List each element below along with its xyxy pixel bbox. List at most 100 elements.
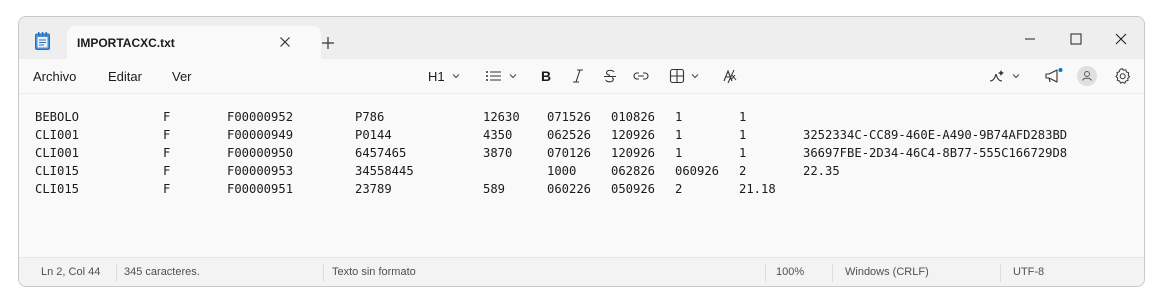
text-field: P786 — [355, 110, 385, 124]
text-field: F00000952 — [227, 110, 294, 124]
document-tab[interactable]: IMPORTACXC.txt — [67, 26, 321, 59]
text-field: F00000949 — [227, 128, 294, 142]
text-field: 1 — [675, 128, 683, 142]
text-field: BEBOLO — [35, 110, 80, 124]
text-field: 1 — [739, 110, 747, 124]
account-icon — [1076, 65, 1098, 87]
text-field: 3252334C-CC89-460E-A490-9B74AFD283BD — [803, 128, 1068, 142]
text-field: 1 — [739, 128, 747, 142]
chevron-down-icon — [1011, 71, 1021, 81]
text-field: 070126 — [547, 146, 592, 160]
title-bar: IMPORTACXC.txt — [19, 17, 1144, 59]
account-button[interactable] — [1076, 65, 1098, 87]
text-field: 36697FBE-2D34-46C4-8B77-555C166729D8 — [803, 146, 1068, 160]
text-field: 23789 — [355, 182, 392, 196]
link-button[interactable] — [633, 65, 649, 87]
status-divider — [116, 264, 117, 282]
text-field: 12630 — [483, 110, 520, 124]
text-field: F — [163, 146, 171, 160]
text-field: 062826 — [611, 164, 656, 178]
announcement-icon — [1044, 67, 1064, 85]
close-window-button[interactable] — [1098, 25, 1144, 53]
tab-title: IMPORTACXC.txt — [77, 36, 175, 50]
text-field: 2 — [675, 182, 683, 196]
character-count: 345 caracteres. — [124, 266, 200, 278]
heading-dropdown[interactable]: H1 — [428, 65, 461, 87]
maximize-button[interactable] — [1053, 25, 1099, 53]
menu-view[interactable]: Ver — [172, 69, 192, 84]
clear-formatting-icon — [722, 68, 738, 84]
text-field: 062526 — [547, 128, 592, 142]
text-field: 21.18 — [739, 182, 776, 196]
menu-file[interactable]: Archivo — [33, 69, 76, 84]
chevron-down-icon — [690, 71, 700, 81]
text-field: 050926 — [611, 182, 656, 196]
copilot-icon — [988, 68, 1006, 84]
text-field: 3870 — [483, 146, 513, 160]
text-field: 1 — [675, 146, 683, 160]
notepad-window: IMPORTACXC.txt Archivo Editar Ver H1 B B… — [18, 16, 1145, 287]
italic-icon — [571, 68, 585, 84]
text-field: F — [163, 110, 171, 124]
text-field: CLI015 — [35, 164, 80, 178]
bold-icon: B — [539, 68, 553, 84]
text-field: 1 — [739, 146, 747, 160]
text-field: F — [163, 182, 171, 196]
status-divider — [1000, 264, 1001, 282]
text-field: 1000 — [547, 164, 577, 178]
text-field: 22.35 — [803, 164, 840, 178]
table-dropdown[interactable] — [669, 65, 700, 87]
link-icon — [633, 69, 649, 83]
text-field: 010826 — [611, 110, 656, 124]
text-field: 120926 — [611, 128, 656, 142]
text-field: P0144 — [355, 128, 392, 142]
cursor-position: Ln 2, Col 44 — [41, 266, 101, 278]
status-divider — [323, 264, 324, 282]
announcements-button[interactable] — [1044, 65, 1064, 87]
text-format[interactable]: Texto sin formato — [332, 266, 416, 278]
italic-button[interactable] — [571, 65, 585, 87]
text-field: 060926 — [675, 164, 720, 178]
menu-edit[interactable]: Editar — [108, 69, 142, 84]
list-icon — [485, 69, 503, 83]
settings-button[interactable] — [1113, 65, 1131, 87]
status-divider — [832, 264, 833, 282]
line-endings[interactable]: Windows (CRLF) — [845, 266, 929, 278]
clear-formatting-button[interactable] — [722, 65, 738, 87]
text-field: F — [163, 128, 171, 142]
text-editor[interactable]: BEBOLO F F00000952 P786 12630 071526 010826 1 1 C… — [19, 93, 1144, 253]
close-tab-icon[interactable] — [277, 34, 293, 50]
text-field: CLI015 — [35, 182, 80, 196]
svg-text:B: B — [541, 68, 551, 84]
list-dropdown[interactable] — [485, 65, 518, 87]
text-field: 1 — [675, 110, 683, 124]
chevron-down-icon — [508, 71, 518, 81]
settings-icon — [1113, 67, 1131, 85]
text-field: 589 — [483, 182, 506, 196]
text-field: 060226 — [547, 182, 592, 196]
status-bar: Ln 2, Col 44 345 caracteres. Texto sin f… — [19, 257, 1144, 286]
text-field: F00000950 — [227, 146, 294, 160]
text-field: 34558445 — [355, 164, 414, 178]
new-tab-plus-icon[interactable] — [319, 34, 337, 52]
text-field: 4350 — [483, 128, 513, 142]
table-icon — [669, 68, 685, 84]
bold-button[interactable]: B — [539, 65, 553, 87]
text-field: CLI001 — [35, 128, 80, 142]
copilot-dropdown[interactable] — [988, 65, 1021, 87]
heading-label: H1 — [428, 68, 445, 84]
text-field: F00000951 — [227, 182, 294, 196]
zoom-level[interactable]: 100% — [776, 266, 804, 278]
text-field: 071526 — [547, 110, 592, 124]
encoding[interactable]: UTF-8 — [1013, 266, 1044, 278]
menu-bar: Archivo Editar Ver H1 B — [19, 59, 1144, 93]
text-field: CLI001 — [35, 146, 80, 160]
notepad-app-icon — [35, 32, 50, 50]
strikethrough-icon — [603, 68, 617, 84]
status-divider — [765, 264, 766, 282]
chevron-down-icon — [451, 71, 461, 81]
text-field: F00000953 — [227, 164, 294, 178]
minimize-button[interactable] — [1007, 25, 1053, 53]
text-field: 6457465 — [355, 146, 407, 160]
strikethrough-button[interactable] — [603, 65, 617, 87]
